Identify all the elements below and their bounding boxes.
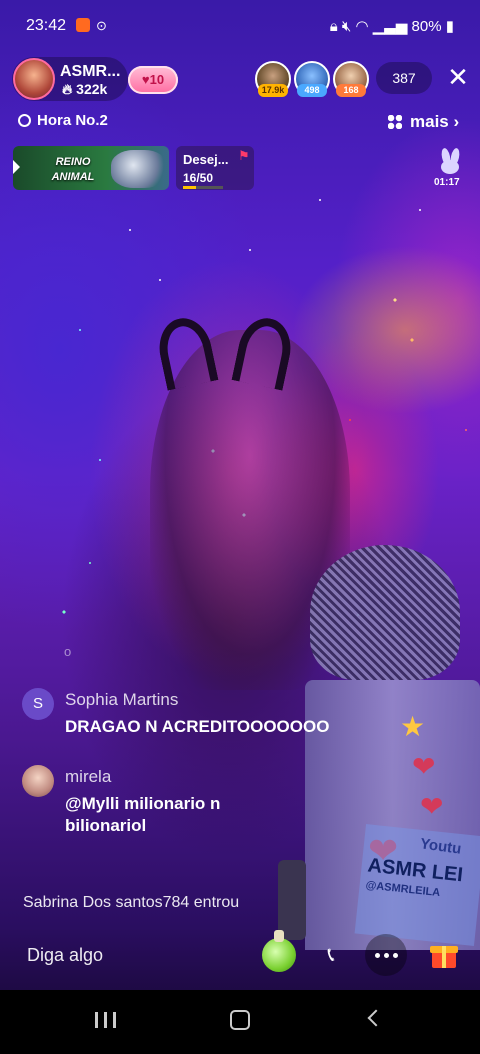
- lime-gift-icon[interactable]: [262, 930, 296, 972]
- goal-progress-bar: [183, 186, 223, 189]
- event-banner-text: REINO ANIMAL: [51, 156, 95, 183]
- viewer-count[interactable]: 387: [376, 62, 432, 94]
- clock-time: 23:42: [26, 17, 67, 34]
- level-value: 10: [149, 72, 165, 87]
- more-options-button[interactable]: [365, 934, 407, 976]
- recent-apps-icon[interactable]: [95, 1012, 117, 1028]
- flag-icon: ⚑: [238, 148, 250, 163]
- join-notification: Sabrina Dos santos784 entrou: [23, 894, 240, 911]
- home-icon[interactable]: [230, 1010, 250, 1030]
- system-icons: 🔒︎ 🔇︎ ◠ ▁▃▅ 80% ▮: [330, 17, 454, 35]
- notification-icons: ⊙: [76, 18, 107, 34]
- goal-label: Desej...: [183, 152, 229, 167]
- wifi-icon: ◠: [355, 18, 369, 35]
- sticker-star-icon: ★: [400, 711, 426, 742]
- app-notification-icon: [76, 18, 90, 32]
- level-badge[interactable]: ♥10: [128, 66, 178, 94]
- host-likes: 🔥︎ 322k: [62, 81, 107, 98]
- heart-icon: ♥: [141, 72, 150, 87]
- clock-icon: [18, 114, 31, 127]
- gift-icon[interactable]: [430, 940, 458, 970]
- live-stream-screen: ★ ❤ ❤ ❤ ASMR LEI @ASMRLEILA Youtu 23:42 …: [0, 0, 480, 1054]
- top-viewer-badge-1: 17.9k: [258, 84, 288, 97]
- event-banner[interactable]: REINO ANIMAL: [13, 146, 169, 190]
- more-button[interactable]: mais ›: [388, 112, 459, 132]
- screen-record-icon: ⊙: [96, 18, 107, 33]
- ranking-label: Hora No.2: [37, 112, 108, 129]
- tiger-image: [111, 150, 167, 188]
- sticker-heart-icon: ❤: [420, 791, 444, 822]
- microphone-stand: [278, 860, 306, 940]
- more-label: mais: [410, 112, 449, 131]
- battery-icon: ▮: [445, 18, 454, 35]
- chat-avatar[interactable]: [22, 765, 54, 797]
- goal-progress-fill: [183, 186, 196, 189]
- microphone-head: [310, 545, 460, 680]
- status-bar: 23:42 ⊙ 🔒︎ 🔇︎ ◠ ▁▃▅ 80% ▮: [0, 14, 480, 38]
- chat-text: DRAGAO N ACREDITOOOOOOO: [65, 717, 330, 736]
- chat-avatar[interactable]: S: [22, 688, 54, 720]
- host-name[interactable]: ASMR...: [60, 63, 120, 81]
- grid-icon: [388, 115, 402, 129]
- chat-text-line-2: bilionariol: [65, 816, 147, 835]
- call-icon[interactable]: 📞︎: [310, 934, 352, 976]
- chevron-right-icon: ›: [453, 112, 460, 131]
- sticker-heart-icon: ❤: [412, 751, 436, 782]
- hourly-ranking[interactable]: Hora No.2: [18, 112, 108, 129]
- top-viewer-badge-3: 168: [336, 84, 366, 97]
- top-viewer-badge-2: 498: [297, 84, 327, 97]
- host-avatar[interactable]: [13, 58, 55, 100]
- chat-system-hint: o: [64, 644, 72, 659]
- countdown-timer: 01:17: [434, 177, 460, 188]
- signal-icon: ▁▃▅: [372, 18, 408, 35]
- play-arrow-icon: [13, 160, 20, 174]
- flame-icon: 🔥︎: [62, 81, 73, 97]
- close-icon[interactable]: ✕: [444, 62, 472, 92]
- comment-input[interactable]: Diga algo: [14, 935, 267, 975]
- likes-count: 322k: [76, 81, 108, 97]
- battery-percentage: 80%: [411, 18, 442, 35]
- chat-text-line-1: @Mylli milionario n: [65, 794, 221, 813]
- lock-icon: 🔒︎: [329, 18, 338, 35]
- mute-icon: 🔇︎: [341, 18, 352, 35]
- goal-card[interactable]: Desej... 16/50 ⚑: [176, 146, 254, 190]
- chat-username[interactable]: mirela: [65, 767, 111, 787]
- chat-username[interactable]: Sophia Martins: [65, 690, 178, 710]
- chat-text: @Mylli milionario n bilionariol: [65, 793, 220, 837]
- goal-progress-text: 16/50: [183, 171, 214, 185]
- bunny-gift-icon[interactable]: [435, 147, 465, 176]
